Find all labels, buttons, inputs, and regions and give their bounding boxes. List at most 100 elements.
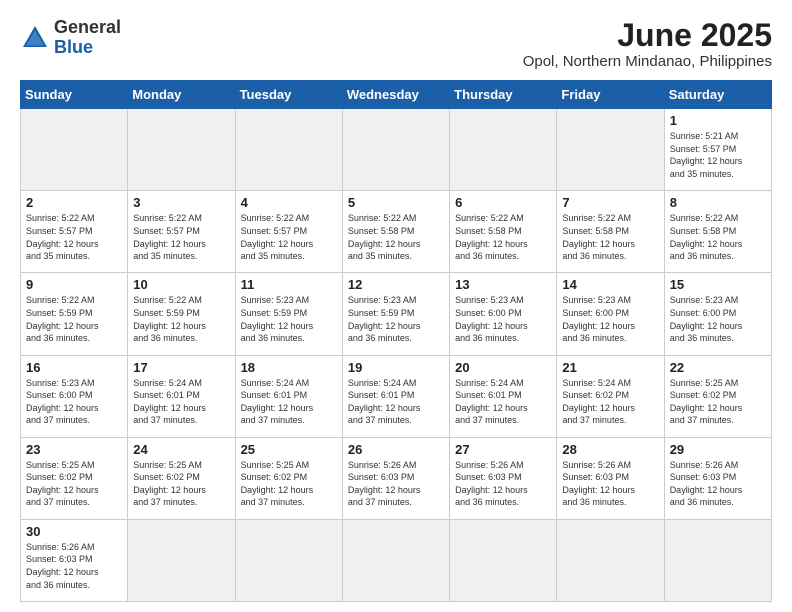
title-block: June 2025 Opol, Northern Mindanao, Phili… — [523, 18, 772, 70]
day-info: Sunrise: 5:23 AMSunset: 6:00 PMDaylight:… — [562, 294, 658, 344]
day-info: Sunrise: 5:23 AMSunset: 6:00 PMDaylight:… — [26, 377, 122, 427]
calendar-cell — [342, 519, 449, 601]
weekday-header: Wednesday — [342, 81, 449, 109]
day-number: 16 — [26, 360, 122, 375]
day-number: 2 — [26, 195, 122, 210]
calendar-cell: 17Sunrise: 5:24 AMSunset: 6:01 PMDayligh… — [128, 355, 235, 437]
day-info: Sunrise: 5:23 AMSunset: 5:59 PMDaylight:… — [241, 294, 337, 344]
calendar-cell: 29Sunrise: 5:26 AMSunset: 6:03 PMDayligh… — [664, 437, 771, 519]
day-info: Sunrise: 5:21 AMSunset: 5:57 PMDaylight:… — [670, 130, 766, 180]
day-number: 8 — [670, 195, 766, 210]
calendar-cell — [557, 109, 664, 191]
calendar-cell: 4 Sunrise: 5:22 AMSunset: 5:57 PMDaylight… — [235, 191, 342, 273]
day-info: Sunrise: 5:24 AMSunset: 6:02 PMDaylight:… — [562, 377, 658, 427]
day-number: 10 — [133, 277, 229, 292]
day-number: 17 — [133, 360, 229, 375]
calendar-cell: 18 Sunrise: 5:24 AMSunset: 6:01 PMDayligh… — [235, 355, 342, 437]
logo-text: General Blue — [54, 18, 121, 58]
calendar-cell: 22 Sunrise: 5:25 AMSunset: 6:02 PMDayligh… — [664, 355, 771, 437]
day-info: Sunrise: 5:26 AMSunset: 6:03 PMDaylight:… — [670, 459, 766, 509]
day-number: 6 — [455, 195, 551, 210]
day-info: Sunrise: 5:24 AMSunset: 6:01 PMDaylight:… — [455, 377, 551, 427]
calendar-cell: 21 Sunrise: 5:24 AMSunset: 6:02 PMDayligh… — [557, 355, 664, 437]
day-number: 21 — [562, 360, 658, 375]
calendar-cell: 16 Sunrise: 5:23 AMSunset: 6:00 PMDayligh… — [21, 355, 128, 437]
day-info: Sunrise: 5:25 AMSunset: 6:02 PMDaylight:… — [26, 459, 122, 509]
day-info: Sunrise: 5:23 AMSunset: 6:00 PMDaylight:… — [455, 294, 551, 344]
calendar-cell: 6Sunrise: 5:22 AMSunset: 5:58 PMDaylight… — [450, 191, 557, 273]
day-number: 26 — [348, 442, 444, 457]
day-number: 19 — [348, 360, 444, 375]
calendar-cell: 9 Sunrise: 5:22 AMSunset: 5:59 PMDaylight… — [21, 273, 128, 355]
calendar-cell: 5Sunrise: 5:22 AMSunset: 5:58 PMDaylight… — [342, 191, 449, 273]
day-info: Sunrise: 5:24 AMSunset: 6:01 PMDaylight:… — [241, 377, 337, 427]
day-info: Sunrise: 5:25 AMSunset: 6:02 PMDaylight:… — [133, 459, 229, 509]
day-info: Sunrise: 5:22 AMSunset: 5:58 PMDaylight:… — [348, 212, 444, 262]
calendar-cell: 30Sunrise: 5:26 AMSunset: 6:03 PMDayligh… — [21, 519, 128, 601]
calendar-cell: 19 Sunrise: 5:24 AMSunset: 6:01 PMDayligh… — [342, 355, 449, 437]
day-number: 14 — [562, 277, 658, 292]
day-number: 12 — [348, 277, 444, 292]
day-number: 7 — [562, 195, 658, 210]
calendar-cell — [235, 519, 342, 601]
day-number: 24 — [133, 442, 229, 457]
logo-blue: Blue — [54, 38, 121, 58]
weekday-header: Friday — [557, 81, 664, 109]
day-number: 4 — [241, 195, 337, 210]
weekday-header: Thursday — [450, 81, 557, 109]
calendar-cell: 7 Sunrise: 5:22 AMSunset: 5:58 PMDaylight… — [557, 191, 664, 273]
weekday-header: Saturday — [664, 81, 771, 109]
calendar-cell — [342, 109, 449, 191]
day-info: Sunrise: 5:23 AMSunset: 5:59 PMDaylight:… — [348, 294, 444, 344]
calendar-cell: 23Sunrise: 5:25 AMSunset: 6:02 PMDayligh… — [21, 437, 128, 519]
logo: General Blue — [20, 18, 121, 58]
calendar-table: SundayMondayTuesdayWednesdayThursdayFrid… — [20, 80, 772, 602]
day-info: Sunrise: 5:22 AMSunset: 5:57 PMDaylight:… — [26, 212, 122, 262]
day-number: 1 — [670, 113, 766, 128]
weekday-header: Sunday — [21, 81, 128, 109]
header: General Blue June 2025 Opol, Northern Mi… — [20, 18, 772, 70]
calendar-cell — [21, 109, 128, 191]
weekday-header: Tuesday — [235, 81, 342, 109]
calendar-cell — [664, 519, 771, 601]
calendar-cell: 25 Sunrise: 5:25 AMSunset: 6:02 PMDayligh… — [235, 437, 342, 519]
logo-general: General — [54, 18, 121, 38]
day-info: Sunrise: 5:22 AMSunset: 5:59 PMDaylight:… — [26, 294, 122, 344]
day-info: Sunrise: 5:26 AMSunset: 6:03 PMDaylight:… — [348, 459, 444, 509]
day-info: Sunrise: 5:22 AMSunset: 5:58 PMDaylight:… — [562, 212, 658, 262]
day-number: 28 — [562, 442, 658, 457]
calendar-cell: 2 Sunrise: 5:22 AMSunset: 5:57 PMDaylight… — [21, 191, 128, 273]
calendar-cell: 3 Sunrise: 5:22 AMSunset: 5:57 PMDaylight… — [128, 191, 235, 273]
day-info: Sunrise: 5:23 AMSunset: 6:00 PMDaylight:… — [670, 294, 766, 344]
calendar-cell: 28Sunrise: 5:26 AMSunset: 6:03 PMDayligh… — [557, 437, 664, 519]
day-info: Sunrise: 5:25 AMSunset: 6:02 PMDaylight:… — [241, 459, 337, 509]
day-number: 3 — [133, 195, 229, 210]
calendar-cell — [450, 109, 557, 191]
day-number: 15 — [670, 277, 766, 292]
day-number: 18 — [241, 360, 337, 375]
calendar-cell: 1 Sunrise: 5:21 AMSunset: 5:57 PMDaylight… — [664, 109, 771, 191]
calendar-cell — [235, 109, 342, 191]
day-info: Sunrise: 5:22 AMSunset: 5:57 PMDaylight:… — [133, 212, 229, 262]
day-info: Sunrise: 5:25 AMSunset: 6:02 PMDaylight:… — [670, 377, 766, 427]
day-number: 22 — [670, 360, 766, 375]
day-info: Sunrise: 5:26 AMSunset: 6:03 PMDaylight:… — [455, 459, 551, 509]
calendar-cell: 10Sunrise: 5:22 AMSunset: 5:59 PMDayligh… — [128, 273, 235, 355]
day-info: Sunrise: 5:22 AMSunset: 5:58 PMDaylight:… — [670, 212, 766, 262]
page: General Blue June 2025 Opol, Northern Mi… — [0, 0, 792, 612]
calendar-cell: 15 Sunrise: 5:23 AMSunset: 6:00 PMDayligh… — [664, 273, 771, 355]
subtitle: Opol, Northern Mindanao, Philippines — [523, 53, 772, 70]
calendar-cell: 20Sunrise: 5:24 AMSunset: 6:01 PMDayligh… — [450, 355, 557, 437]
day-info: Sunrise: 5:24 AMSunset: 6:01 PMDaylight:… — [348, 377, 444, 427]
calendar-cell: 13Sunrise: 5:23 AMSunset: 6:00 PMDayligh… — [450, 273, 557, 355]
day-number: 9 — [26, 277, 122, 292]
day-number: 27 — [455, 442, 551, 457]
calendar-cell: 14 Sunrise: 5:23 AMSunset: 6:00 PMDayligh… — [557, 273, 664, 355]
calendar-cell — [557, 519, 664, 601]
day-info: Sunrise: 5:22 AMSunset: 5:57 PMDaylight:… — [241, 212, 337, 262]
calendar-cell: 11Sunrise: 5:23 AMSunset: 5:59 PMDayligh… — [235, 273, 342, 355]
calendar-cell: 26 Sunrise: 5:26 AMSunset: 6:03 PMDayligh… — [342, 437, 449, 519]
day-number: 25 — [241, 442, 337, 457]
calendar-cell — [128, 519, 235, 601]
main-title: June 2025 — [523, 18, 772, 53]
